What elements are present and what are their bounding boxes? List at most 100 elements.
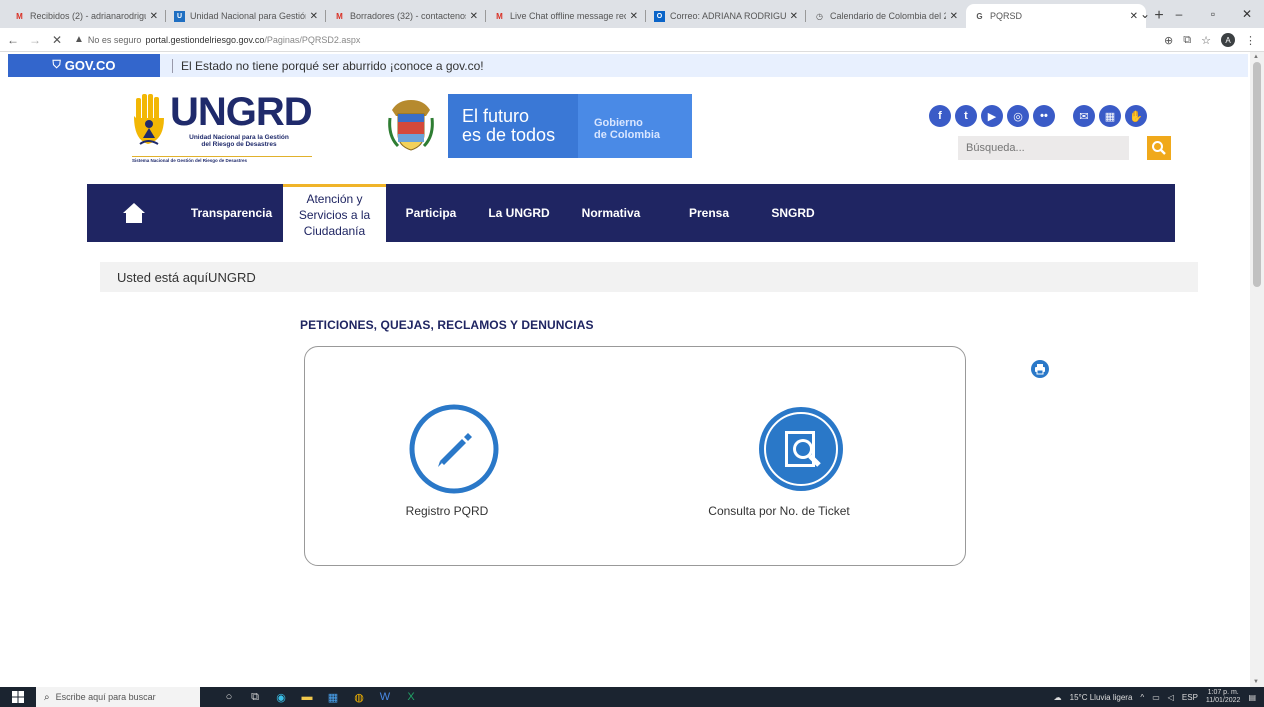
page-scrollbar[interactable]: ▲ ▼ [1250, 52, 1264, 687]
mail-icon[interactable]: ✉ [1073, 105, 1095, 127]
profile-avatar[interactable]: A [1221, 33, 1235, 47]
clock[interactable]: 1:07 p. m. 11/01/2022 [1206, 689, 1241, 705]
tab-title: Recibidos (2) - adrianarodrigu... [30, 11, 146, 21]
browser-tab-active[interactable]: G PQRSD ✕ [966, 4, 1146, 28]
flickr-icon[interactable]: •• [1033, 105, 1055, 127]
scrollbar-thumb[interactable] [1253, 62, 1261, 287]
browser-tab[interactable]: M Borradores (32) - contactenos... ✕ [326, 4, 486, 28]
task-view-icon[interactable]: ⧉ [242, 687, 268, 707]
registro-pqrd-label: Registro PQRD [405, 504, 489, 518]
banner-left-line-2: es de todos [462, 125, 556, 145]
gov-co-label: GOV.CO [64, 58, 116, 73]
menu-dots-icon[interactable]: ⋮ [1245, 34, 1256, 47]
nav-item-normativa[interactable]: Normativa [562, 184, 660, 242]
language-indicator[interactable]: ESP [1182, 693, 1198, 702]
print-button[interactable] [1031, 360, 1049, 378]
youtube-icon[interactable]: ▶ [981, 105, 1003, 127]
nav-item-transparencia[interactable]: Transparencia [180, 184, 283, 242]
banner-right-line-2: de Colombia [594, 129, 661, 141]
accessibility-icon[interactable]: ✋ [1125, 105, 1147, 127]
nav-atencion-line-2: Servicios a la [298, 207, 371, 222]
scroll-up-icon[interactable]: ▲ [1253, 54, 1259, 60]
close-tab-icon[interactable]: ✕ [790, 11, 798, 22]
nav-atencion-line-3: Ciudadanía [303, 223, 366, 238]
home-icon [122, 203, 145, 223]
main-nav: Transparencia Atención y Servicios a la … [87, 184, 1175, 242]
instagram-icon[interactable]: ◎ [1007, 105, 1029, 127]
nav-item-la-ungrd[interactable]: La UNGRD [476, 184, 562, 242]
banner-left-line-1: El futuro [462, 106, 530, 126]
nav-item-atencion[interactable]: Atención y Servicios a la Ciudadanía [283, 184, 386, 242]
gov-co-message[interactable]: El Estado no tiene porqué ser aburrido ¡… [172, 58, 484, 73]
zoom-icon[interactable]: ⊕ [1164, 34, 1173, 47]
nav-item-sngrd[interactable]: SNGRD [758, 184, 828, 242]
browser-tab[interactable]: M Live Chat offline message recei... ✕ [486, 4, 646, 28]
stop-icon[interactable]: ✕ [48, 33, 66, 47]
url-field[interactable]: ▲ No es seguro portal.gestiondelriesgo.g… [74, 34, 360, 45]
notifications-icon[interactable]: ▤ [1248, 693, 1256, 702]
nav-item-participa[interactable]: Participa [386, 184, 476, 242]
home-button[interactable] [87, 184, 180, 242]
registro-pqrd-option[interactable]: Registro PQRD [387, 403, 507, 518]
clock-date: 11/01/2022 [1205, 697, 1241, 704]
weather-text[interactable]: 15°C Lluvia ligera [1070, 693, 1133, 702]
browser-tab[interactable]: U Unidad Nacional para Gestión... ✕ [166, 4, 326, 28]
file-explorer-icon[interactable]: ▬ [294, 687, 320, 707]
close-tab-icon[interactable]: ✕ [470, 11, 478, 22]
site-search [958, 136, 1171, 160]
consulta-ticket-option[interactable]: Consulta por No. de Ticket [689, 403, 869, 518]
gov-co-bar: ⛉ GOV.CO El Estado no tiene porqué ser a… [8, 54, 1248, 77]
start-button[interactable] [0, 687, 36, 707]
windows-taskbar: ⌕ Escribe aquí para buscar ○ ⧉ ◉ ▬ ▦ ◍ W… [0, 687, 1264, 707]
security-label: No es seguro [87, 34, 142, 45]
windows-icon [12, 691, 24, 703]
address-bar-actions: ⊕ ⧉ ☆ A ⋮ [1164, 28, 1256, 52]
colombia-crest-icon [388, 100, 434, 151]
network-icon[interactable]: ▭ [1152, 693, 1160, 702]
chrome-icon[interactable]: ◍ [346, 687, 372, 707]
nav-item-prensa[interactable]: Prensa [660, 184, 758, 242]
url-host: portal.gestiondelriesgo.gov.co [145, 34, 265, 45]
browser-tab[interactable]: M Recibidos (2) - adrianarodrigu... ✕ [6, 4, 166, 28]
search-input[interactable] [958, 136, 1129, 160]
tab-search-icon[interactable]: ⌄ [1128, 0, 1162, 28]
consulta-ticket-label: Consulta por No. de Ticket [708, 504, 850, 518]
forward-icon[interactable]: → [26, 33, 44, 47]
browser-tab[interactable]: O Correo: ADRIANA RODRIGUEZ... ✕ [646, 4, 806, 28]
gov-co-logo[interactable]: ⛉ GOV.CO [8, 54, 160, 77]
scroll-down-icon[interactable]: ▼ [1253, 679, 1259, 685]
maximize-button[interactable]: ▫ [1196, 0, 1230, 28]
store-icon[interactable]: ▦ [320, 687, 346, 707]
close-tab-icon[interactable]: ✕ [950, 11, 958, 22]
back-icon[interactable]: ← [4, 33, 22, 47]
tab-title: Live Chat offline message recei... [510, 11, 626, 21]
close-tab-icon[interactable]: ✕ [310, 11, 318, 22]
edge-icon[interactable]: ◉ [268, 687, 294, 707]
browser-tab[interactable]: ◷ Calendario de Colombia del 20... ✕ [806, 4, 966, 28]
facebook-icon[interactable]: f [929, 105, 951, 127]
twitter-icon[interactable]: t [955, 105, 977, 127]
gov-shield-icon: ⛉ [52, 59, 61, 71]
volume-icon[interactable]: ◁ [1168, 693, 1174, 702]
bookmark-star-icon[interactable]: ☆ [1201, 34, 1211, 47]
close-tab-icon[interactable]: ✕ [630, 11, 638, 22]
search-document-icon [759, 407, 843, 491]
minimize-button[interactable]: – [1162, 0, 1196, 28]
calendar-icon[interactable]: ▦ [1099, 105, 1121, 127]
close-window-button[interactable]: ✕ [1230, 0, 1264, 28]
outlook-icon: O [654, 10, 665, 22]
close-tab-icon[interactable]: ✕ [150, 11, 158, 22]
search-button[interactable] [1147, 136, 1171, 160]
ungrd-icon: U [174, 10, 185, 22]
tab-title: PQRSD [990, 11, 1023, 21]
excel-icon[interactable]: X [398, 687, 424, 707]
cortana-icon[interactable]: ○ [216, 687, 242, 707]
taskbar-search[interactable]: ⌕ Escribe aquí para buscar [36, 687, 200, 707]
translate-icon[interactable]: ⧉ [1183, 34, 1191, 47]
el-futuro-banner[interactable]: El futuro es de todos Gobierno de Colomb… [448, 94, 692, 158]
word-icon[interactable]: W [372, 687, 398, 707]
tray-chevron-icon[interactable]: ^ [1140, 693, 1144, 702]
url-path: /Paginas/PQRSD2.aspx [264, 34, 361, 45]
tab-title: Unidad Nacional para Gestión... [190, 11, 306, 21]
ungrd-logo[interactable]: UNGRD Unidad Nacional para la Gestión de… [130, 90, 313, 167]
